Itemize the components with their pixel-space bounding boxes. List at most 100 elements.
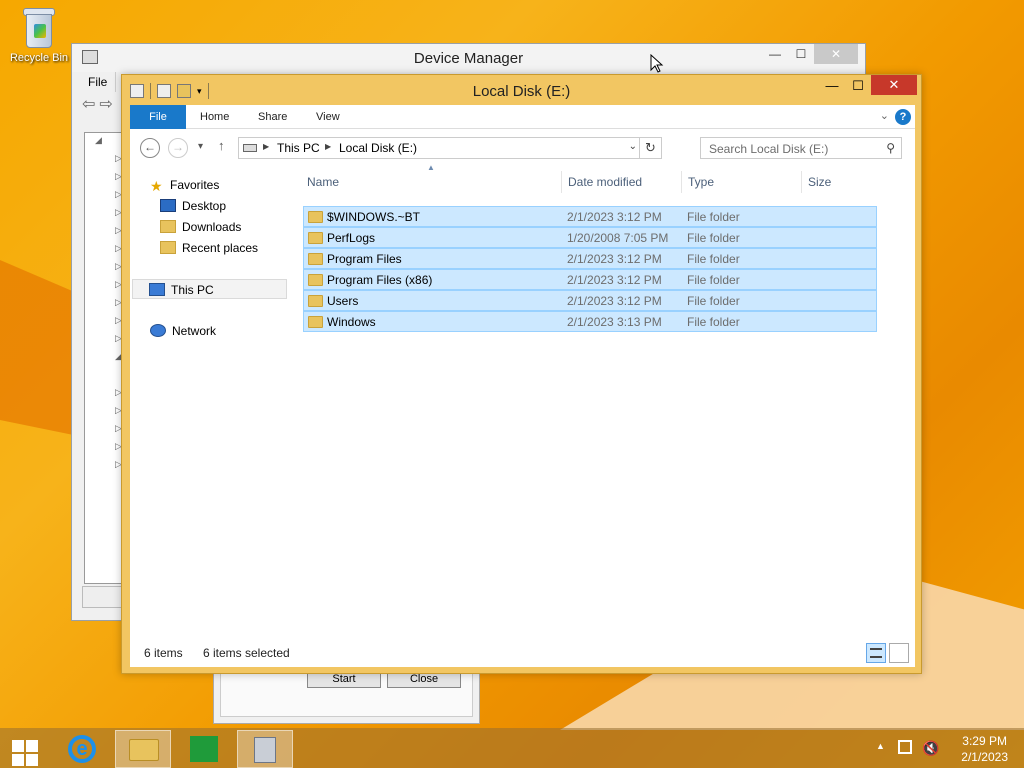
column-header-name[interactable]: Name [307,167,339,197]
computer-icon [149,283,165,296]
file-row[interactable]: Program Files 2/1/2023 3:12 PM File fold… [303,248,877,269]
store-taskbar-button[interactable] [176,730,232,768]
nav-item-favorites[interactable]: ★ Favorites [150,175,219,195]
folder-icon [308,316,323,328]
search-input[interactable]: Search Local Disk (E:) ⚲ [700,137,902,159]
nav-item-this-pc[interactable]: This PC [132,279,287,299]
show-hidden-icons-icon[interactable]: ▲ [876,741,885,751]
forward-button[interactable]: → [168,138,188,158]
close-button[interactable]: ✕ [814,44,858,64]
explorer-window[interactable]: ▾ Local Disk (E:) — ☐ ✕ File Home Share … [121,74,922,674]
file-row[interactable]: Users 2/1/2023 3:12 PM File folder [303,290,877,311]
minimize-button[interactable]: — [762,44,788,64]
file-date: 2/1/2023 3:13 PM [567,315,662,329]
recycle-bin-label: Recycle Bin [9,52,69,64]
column-header-type[interactable]: Type [688,167,714,197]
explorer-titlebar[interactable]: ▾ Local Disk (E:) — ☐ ✕ [122,75,921,105]
nav-item-downloads[interactable]: Downloads [160,217,241,237]
nav-item-desktop[interactable]: Desktop [160,196,226,216]
address-bar[interactable]: ▶ This PC ▶ Local Disk (E:) ⌄ ↻ [238,137,662,159]
item-count: 6 items [144,646,183,660]
device-manager-title: Device Manager [413,50,524,67]
file-date: 1/20/2008 7:05 PM [567,231,669,245]
nav-item-recent-places[interactable]: Recent places [160,238,258,258]
device-manager-taskbar-button[interactable] [237,730,293,768]
tab-view[interactable]: View [316,105,340,129]
back-arrow-icon[interactable]: ⇦ [82,94,95,114]
chevron-right-icon[interactable]: ▶ [325,142,331,151]
back-button[interactable]: ← [140,138,160,158]
file-row[interactable]: $WINDOWS.~BT 2/1/2023 3:12 PM File folde… [303,206,877,227]
file-type: File folder [687,315,740,329]
file-date: 2/1/2023 3:12 PM [567,294,662,308]
selection-count: 6 items selected [203,646,290,660]
folder-icon [308,274,323,286]
nav-label: Recent places [182,241,259,255]
file-row[interactable]: Program Files (x86) 2/1/2023 3:12 PM Fil… [303,269,877,290]
column-divider[interactable] [681,171,682,193]
collapse-arrow-icon[interactable]: ◢ [95,135,102,146]
volume-muted-icon[interactable]: 🔇 [922,740,939,757]
folder-icon [308,253,323,265]
up-button[interactable]: ↑ [218,138,225,153]
tab-share[interactable]: Share [258,105,287,129]
details-view-icon[interactable] [866,643,886,663]
explorer-body: File Home Share View ⌄ ? ← → ▾ ↑ ▶ This … [130,105,915,667]
tab-file[interactable]: File [130,105,186,129]
forward-arrow-icon[interactable]: ⇨ [99,94,112,114]
minimize-button[interactable]: — [819,77,845,97]
ribbon-tabs: File Home Share View ⌄ ? [130,105,915,129]
folder-icon [308,211,323,223]
mouse-cursor-icon [650,54,664,73]
file-type: File folder [687,210,740,224]
start-button[interactable] [8,730,40,768]
windows-logo-icon [12,740,24,752]
column-header-size[interactable]: Size [808,167,831,197]
nav-label: This PC [171,283,214,297]
system-clock[interactable]: 3:29 PM 2/1/2023 [961,733,1008,765]
recent-places-icon [160,241,176,254]
file-row[interactable]: PerfLogs 1/20/2008 7:05 PM File folder [303,227,877,248]
refresh-icon[interactable]: ↻ [639,138,661,158]
file-list[interactable]: ▲ Name Date modified Type Size $WINDOWS.… [303,163,903,637]
menu-file[interactable]: File [80,72,117,92]
file-explorer-taskbar-button[interactable] [115,730,171,768]
column-header-date-modified[interactable]: Date modified [568,167,642,197]
search-icon[interactable]: ⚲ [886,141,895,155]
file-type: File folder [687,294,740,308]
breadcrumb-this-pc[interactable]: This PC [277,141,320,155]
column-divider[interactable] [801,171,802,193]
large-icons-view-icon[interactable] [889,643,909,663]
downloads-icon [160,220,176,233]
device-manager-titlebar[interactable]: Device Manager — ☐ ✕ [72,44,865,72]
help-icon[interactable]: ? [895,109,911,125]
folder-icon [129,739,159,761]
file-type: File folder [687,252,740,266]
file-row[interactable]: Windows 2/1/2023 3:13 PM File folder [303,311,877,332]
chevron-right-icon[interactable]: ▶ [263,142,269,151]
recycle-bin-desktop-icon[interactable]: Recycle Bin [6,6,72,64]
store-icon [190,736,218,762]
breadcrumb-local-disk[interactable]: Local Disk (E:) [339,141,417,155]
internet-explorer-taskbar-button[interactable]: e [54,730,110,768]
recent-locations-icon[interactable]: ▾ [198,141,203,152]
network-icon [150,324,166,337]
expand-ribbon-icon[interactable]: ⌄ [880,109,889,122]
maximize-button[interactable]: ☐ [845,77,871,97]
internet-explorer-icon: e [68,735,96,763]
close-button[interactable]: ✕ [871,75,917,95]
drive-icon [243,144,257,152]
navigation-bar: ← → ▾ ↑ ▶ This PC ▶ Local Disk (E:) ⌄ ↻ … [130,131,915,165]
maximize-button[interactable]: ☐ [788,44,814,64]
address-dropdown-icon[interactable]: ⌄ [629,141,637,152]
column-divider[interactable] [561,171,562,193]
nav-item-network[interactable]: Network [150,321,216,341]
network-status-icon[interactable] [898,740,912,754]
search-placeholder: Search Local Disk (E:) [709,142,829,156]
tab-home[interactable]: Home [200,105,229,129]
file-date: 2/1/2023 3:12 PM [567,252,662,266]
clock-time: 3:29 PM [962,734,1007,748]
file-type: File folder [687,273,740,287]
taskbar: e ▲ 🔇 3:29 PM 2/1/2023 [0,728,1024,768]
nav-label: Network [172,324,217,338]
